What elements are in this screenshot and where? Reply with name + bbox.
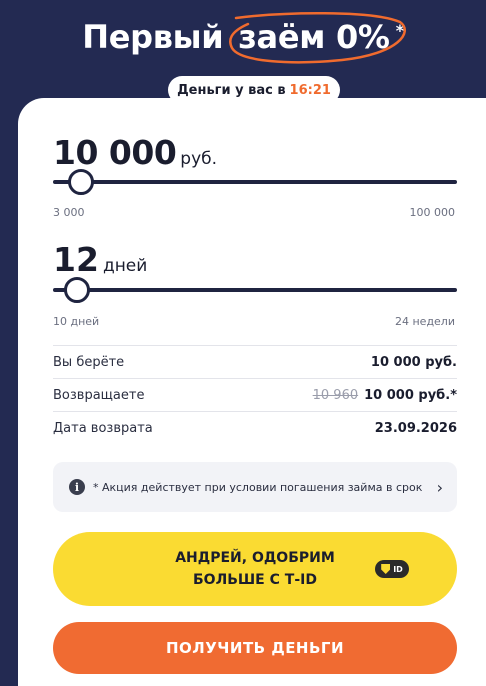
loan-summary: Вы берёте 10 000 руб. Возвращаете 10 960… [53, 345, 457, 444]
title-highlight-text: заём 0% [238, 18, 390, 56]
info-icon: i [69, 479, 85, 495]
chevron-right-icon: › [436, 477, 443, 497]
tid-button-line1: АНДРЕЙ, ОДОБРИМ [175, 550, 335, 566]
hero-title: Первый заём 0% * [0, 11, 486, 64]
title-prefix: Первый [82, 18, 224, 56]
term-max-label: 24 недели [394, 315, 455, 328]
amount-value: 10 000 [53, 133, 177, 172]
shield-icon [381, 564, 391, 574]
old-return-amount: 10 960 [312, 387, 359, 403]
summary-label: Вы берёте [53, 354, 125, 370]
amount-display: 10 000 руб. [53, 133, 217, 172]
delivery-time-pill: Деньги у вас в 16:21 [168, 76, 340, 104]
title-star: * [395, 21, 404, 41]
term-slider-track[interactable] [53, 288, 457, 292]
summary-value: 10 000 руб.* [364, 387, 457, 403]
loan-card: 10 000 руб. 3 000 100 000 12 дней 10 дней … [18, 98, 486, 686]
term-min-label: 10 дней [53, 315, 100, 328]
tid-button-line2: БОЛЬШЕ С Т-ID [193, 572, 317, 588]
loan-page: Первый заём 0% * 10 000 руб. 3 000 100 00… [0, 0, 486, 686]
notice-text: * Акция действует при условии погашения … [93, 480, 423, 494]
summary-value: 10 000 руб. [370, 354, 457, 370]
promo-notice[interactable]: i * Акция действует при условии погашени… [53, 462, 457, 512]
time-value: 16:21 [289, 82, 331, 98]
get-money-button[interactable]: ПОЛУЧИТЬ ДЕНЬГИ [53, 622, 457, 674]
amount-max-label: 100 000 [409, 206, 456, 219]
tid-badge-text: ID [393, 564, 403, 574]
title-highlight: заём 0% [229, 11, 407, 64]
tid-button-label: АНДРЕЙ, ОДОБРИМ БОЛЬШЕ С Т-ID [175, 547, 335, 591]
amount-unit: руб. [180, 149, 218, 169]
amount-slider-thumb[interactable] [68, 169, 95, 195]
amount-min-label: 3 000 [53, 206, 85, 219]
summary-row-return: Возвращаете 10 960 10 000 руб.* [53, 378, 457, 411]
amount-slider-track[interactable] [53, 180, 457, 184]
tid-approve-button[interactable]: АНДРЕЙ, ОДОБРИМ БОЛЬШЕ С Т-ID ID [53, 532, 457, 606]
summary-value: 23.09.2026 [374, 420, 457, 436]
summary-label: Возвращаете [53, 387, 145, 403]
amount-slider[interactable] [53, 169, 457, 195]
summary-row-date: Дата возврата 23.09.2026 [53, 411, 457, 444]
summary-row-borrow: Вы берёте 10 000 руб. [53, 345, 457, 378]
summary-label: Дата возврата [53, 420, 153, 436]
term-value: 12 [53, 240, 99, 279]
time-label: Деньги у вас в [177, 82, 286, 98]
term-display: 12 дней [53, 240, 147, 279]
summary-value-group: 10 960 10 000 руб.* [313, 388, 457, 403]
term-slider-thumb[interactable] [64, 277, 91, 303]
tid-logo-icon: ID [375, 560, 409, 578]
term-unit: дней [102, 256, 148, 276]
term-slider[interactable] [53, 277, 457, 303]
